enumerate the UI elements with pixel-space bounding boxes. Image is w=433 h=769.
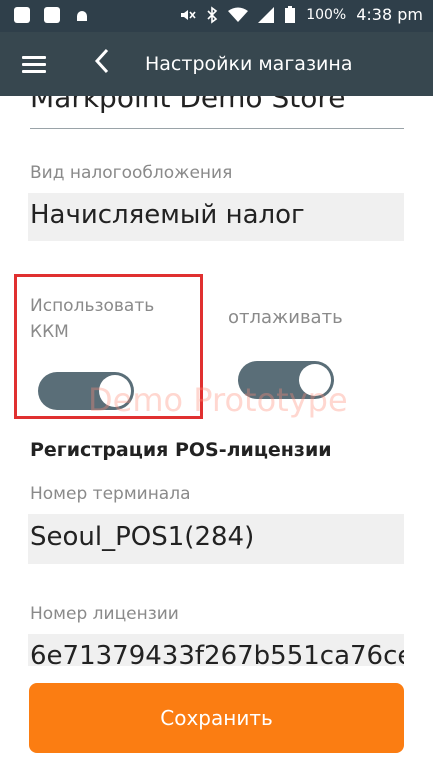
battery-level: 100% [306, 6, 347, 23]
tax-type-label: Вид налогообложения [30, 163, 233, 183]
tax-type-field[interactable]: Начисляемый налог [28, 193, 404, 241]
pos-license-section-title: Регистрация POS-лицензии [30, 439, 332, 461]
battery-icon [285, 5, 296, 23]
settings-content[interactable]: Markpoint Demo Store Вид налогообложения… [0, 96, 433, 666]
signal-icon [258, 6, 275, 23]
save-button[interactable]: Сохранить [29, 683, 404, 753]
hamburger-icon[interactable] [22, 56, 46, 74]
clock: 4:38 pm [356, 5, 423, 24]
wifi-icon [228, 7, 249, 22]
watermark: Demo Prototype [88, 381, 348, 419]
debug-label: отлаживать [228, 307, 343, 328]
page-title: Настройки магазина [145, 53, 353, 75]
status-bar: 100% 4:38 pm [0, 0, 433, 32]
message-icon [44, 7, 60, 23]
notification-icons [14, 7, 90, 23]
mute-icon [181, 9, 196, 20]
image-icon [14, 7, 30, 23]
chevron-left-icon[interactable] [92, 46, 112, 84]
store-name-underline [30, 128, 404, 129]
app-bar: Настройки магазина [0, 32, 433, 96]
system-icons: 100% 4:38 pm [178, 5, 423, 24]
store-name-field[interactable]: Markpoint Demo Store [30, 96, 345, 114]
footer: Сохранить [0, 666, 433, 769]
terminal-number-label: Номер терминала [30, 484, 191, 504]
license-number-label: Номер лицензии [30, 604, 179, 624]
terminal-number-field[interactable]: Seoul_POS1(284) [28, 514, 404, 564]
license-number-field[interactable]: 6e71379433f267b551ca76ce [28, 634, 404, 666]
android-icon [77, 11, 87, 21]
bluetooth-icon [207, 5, 218, 24]
